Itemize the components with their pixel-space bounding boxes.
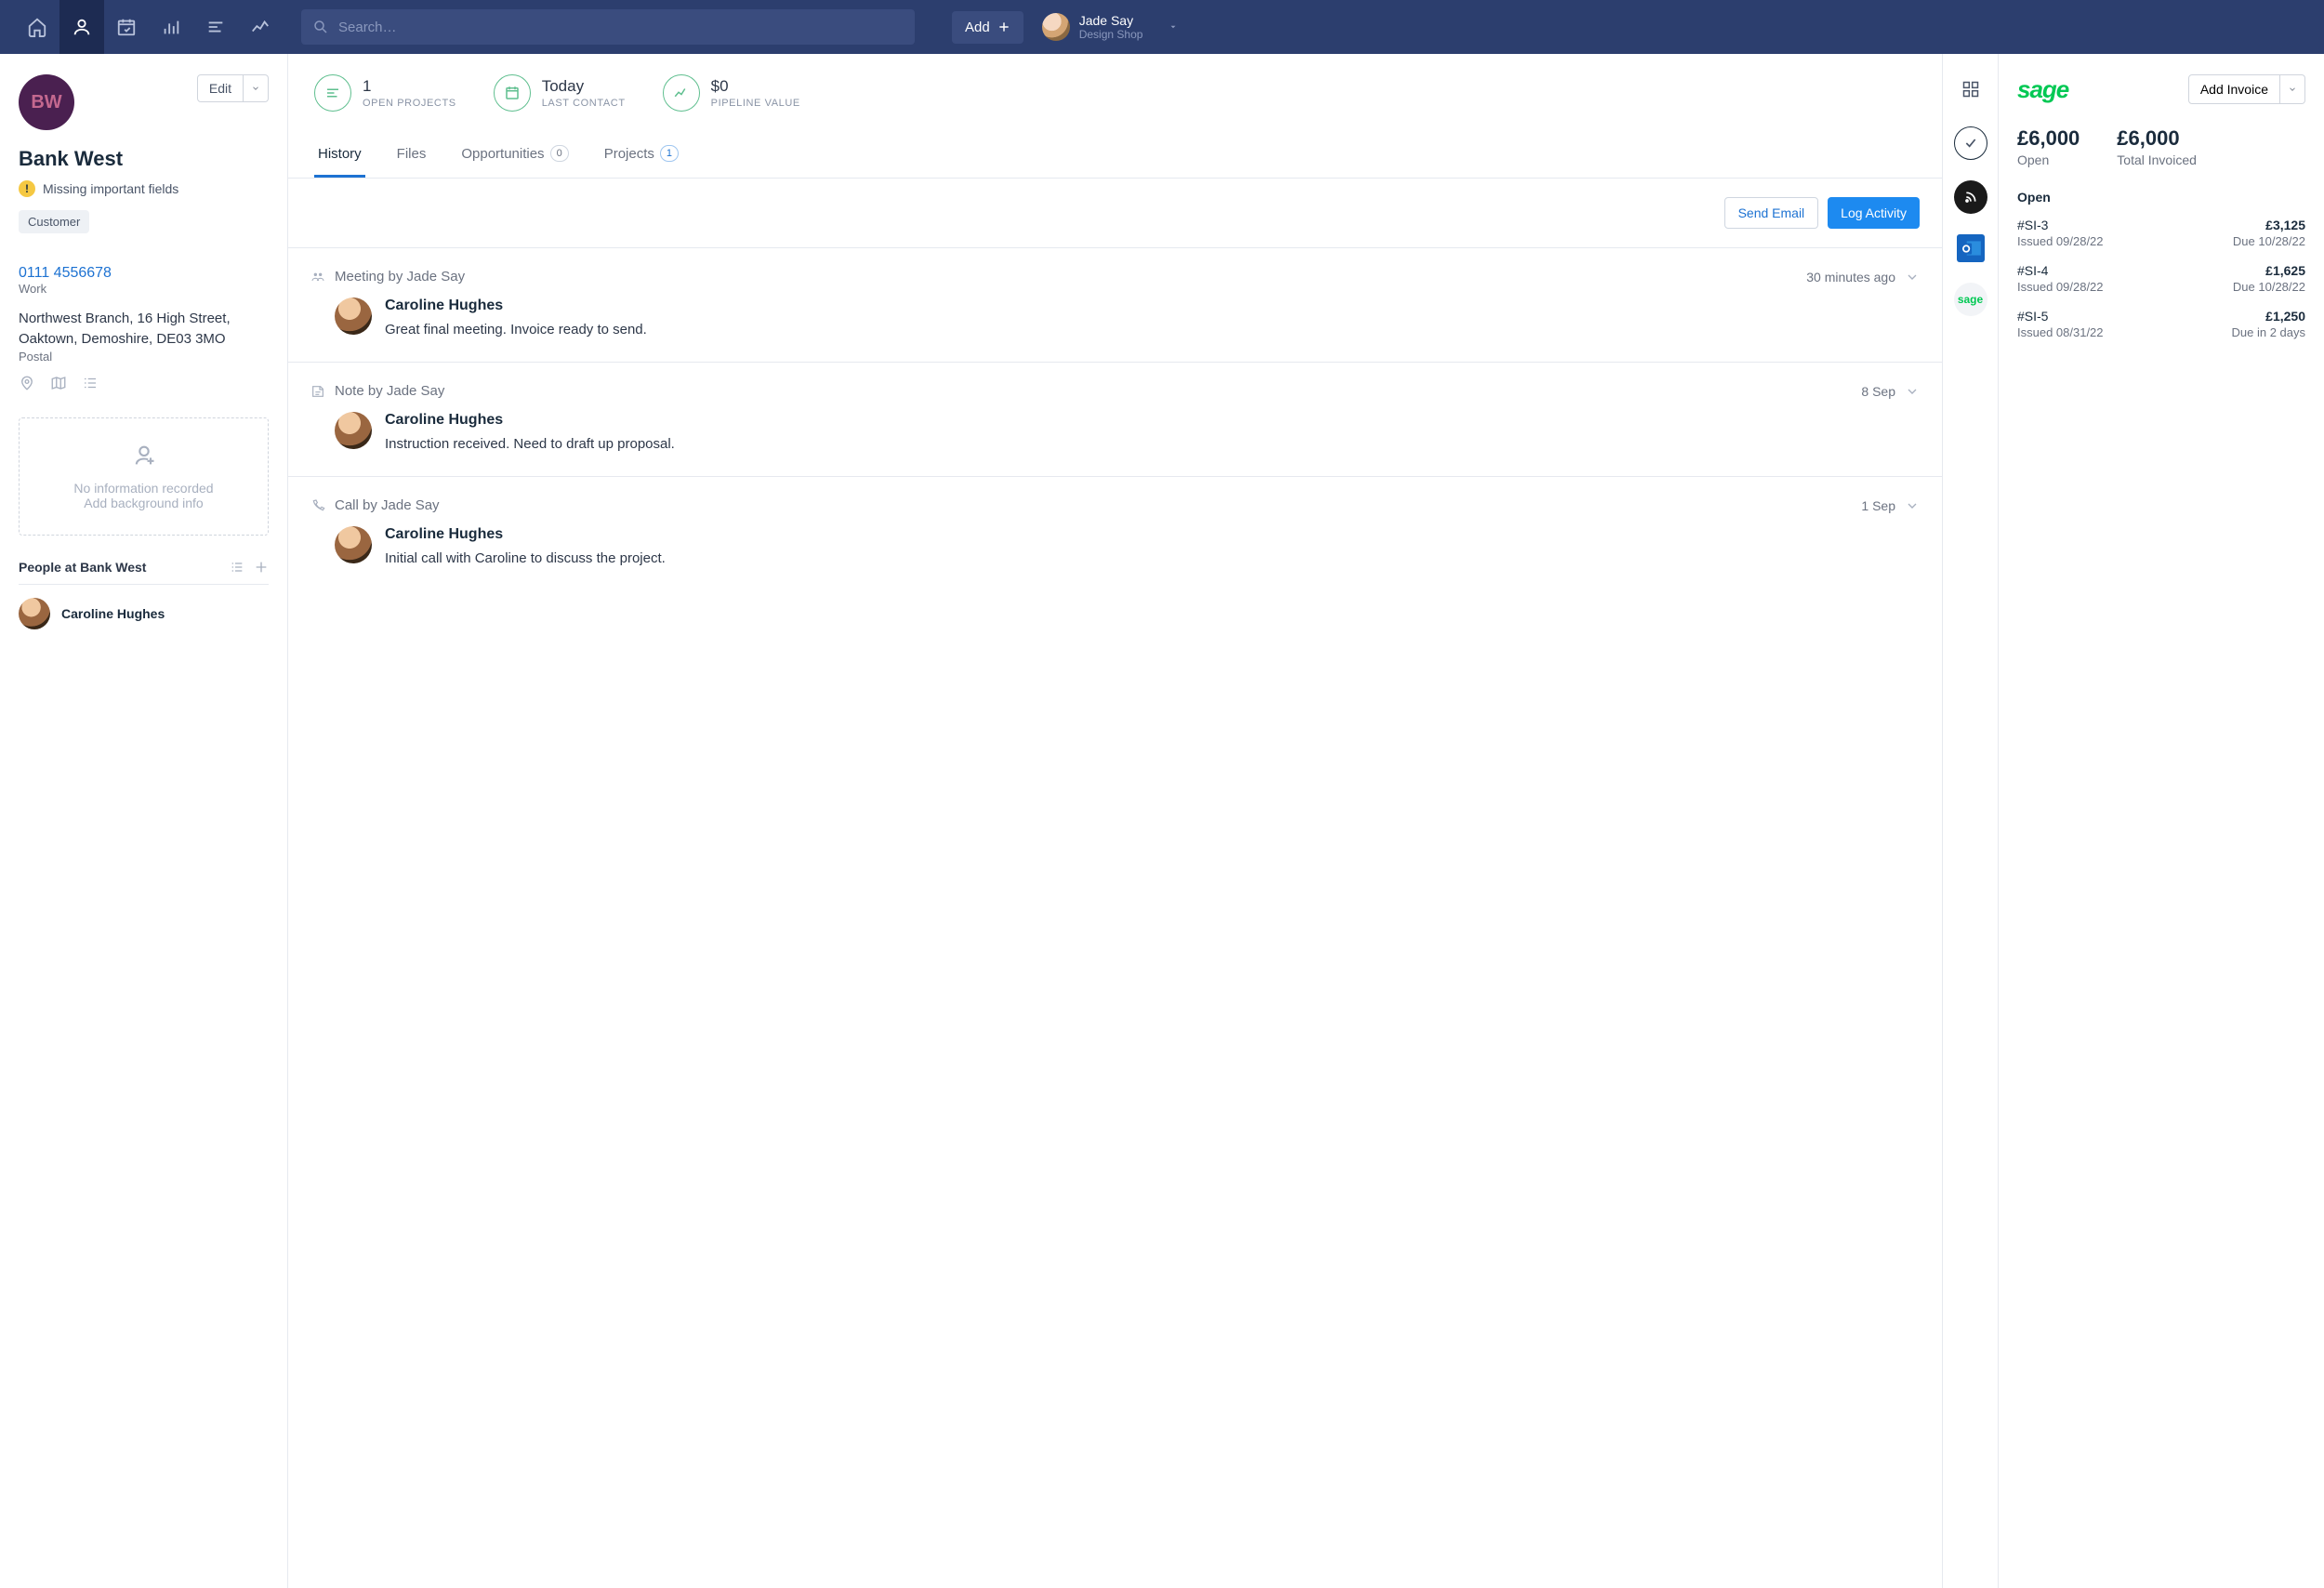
outlook-icon[interactable] [1957,234,1985,262]
org-name: Bank West [19,147,269,171]
actions-row: Send Email Log Activity [288,179,1942,248]
bars-icon[interactable] [149,0,193,54]
invoice-row[interactable]: #SI-5 Issued 08/31/22 £1,250 Due in 2 da… [2017,309,2305,339]
chevron-down-icon [251,84,260,93]
add-button[interactable]: Add [952,11,1023,44]
chevron-down-icon[interactable] [1905,498,1920,513]
section-open: Open [2017,190,2305,205]
warning-icon: ! [19,180,35,197]
check-circle-icon[interactable] [1954,126,1987,160]
topbar: Add Jade Say Design Shop [0,0,2324,54]
calendar-icon [494,74,531,112]
user-menu[interactable]: Jade Say Design Shop [1042,13,1179,41]
activity-item: Meeting by Jade Say 30 minutes ago Carol… [288,248,1942,363]
add-invoice-button[interactable]: Add Invoice [2188,74,2280,104]
add-label: Add [965,20,990,35]
pipeline-icon [663,74,700,112]
plus-icon[interactable] [254,560,269,575]
sage-logo: sage [2017,75,2068,104]
address-icons [19,375,269,391]
person-icon[interactable] [59,0,104,54]
pin-icon[interactable] [19,375,35,391]
phone-label: Work [19,282,269,296]
chevron-down-icon [2288,85,2297,94]
log-activity-button[interactable]: Log Activity [1828,197,1920,229]
kpi-row: 1 Open Projects Today Last Contact $0 Pi… [288,54,1942,132]
avatar [19,598,50,629]
avatar [335,298,372,335]
search-input[interactable] [301,9,915,45]
apps-grid-icon[interactable] [1954,73,1987,106]
customer-tag[interactable]: Customer [19,210,89,233]
avatar [335,526,372,563]
org-avatar: BW [19,74,74,130]
map-icon[interactable] [50,375,67,391]
meeting-icon [310,270,325,285]
caret-down-icon [1169,22,1178,32]
chevron-down-icon[interactable] [1905,270,1920,285]
sage-panel: sage Add Invoice £6,000 Open £6,000 Tota… [1999,54,2324,1588]
alert-row[interactable]: ! Missing important fields [19,180,269,197]
calendar-icon[interactable] [104,0,149,54]
kpi-projects[interactable]: 1 Open Projects [314,74,456,112]
user-shop: Design Shop [1079,28,1143,41]
edit-group: Edit [197,74,269,102]
send-email-button[interactable]: Send Email [1724,197,1819,229]
avatar [335,412,372,449]
people-heading: People at Bank West [19,560,269,575]
phone-number[interactable]: 0111 4556678 [19,265,269,282]
tabs: History Files Opportunities 0 Projects 1 [288,132,1942,179]
tab-history[interactable]: History [314,132,365,178]
total-invoiced: £6,000 Total Invoiced [2117,126,2197,167]
center-panel: 1 Open Projects Today Last Contact $0 Pi… [288,54,1943,1588]
kpi-pipeline[interactable]: $0 Pipeline Value [663,74,800,112]
address: Northwest Branch, 16 High Street, Oaktow… [19,309,269,350]
background-info-empty[interactable]: No information recorded Add background i… [19,417,269,536]
apps-rail: sage [1943,54,1999,1588]
person-row[interactable]: Caroline Hughes [19,598,269,629]
list-icon[interactable] [230,560,244,575]
tab-files[interactable]: Files [393,132,430,178]
invoice-row[interactable]: #SI-3 Issued 09/28/22 £3,125 Due 10/28/2… [2017,218,2305,248]
chevron-down-icon[interactable] [1905,384,1920,399]
left-panel: BW Edit Bank West ! Missing important fi… [0,54,288,1588]
edit-dropdown[interactable] [244,74,269,102]
edit-button[interactable]: Edit [197,74,244,102]
total-open: £6,000 Open [2017,126,2080,167]
nav-icons [15,0,283,54]
note-icon [310,384,325,399]
list-alt-icon[interactable] [82,375,99,391]
chart-icon[interactable] [238,0,283,54]
plus-icon [997,20,1010,33]
invoice-row[interactable]: #SI-4 Issued 09/28/22 £1,625 Due 10/28/2… [2017,263,2305,294]
kpi-contact[interactable]: Today Last Contact [494,74,626,112]
layout: BW Edit Bank West ! Missing important fi… [0,54,2324,1588]
address-label: Postal [19,350,269,364]
user-avatar [1042,13,1070,41]
search-icon [312,19,329,35]
list-icon[interactable] [193,0,238,54]
phone-icon [310,498,325,513]
user-name: Jade Say [1079,13,1143,28]
person-add-icon [131,443,157,469]
projects-icon [314,74,351,112]
add-invoice-dropdown[interactable] [2280,74,2305,104]
search-wrap [301,9,915,45]
home-icon[interactable] [15,0,59,54]
activity-item: Note by Jade Say 8 Sep Caroline Hughes I… [288,363,1942,477]
activity-item: Call by Jade Say 1 Sep Caroline Hughes I… [288,477,1942,590]
rss-icon[interactable] [1954,180,1987,214]
sage-app-icon[interactable]: sage [1954,283,1987,316]
tab-projects[interactable]: Projects 1 [601,132,682,178]
tab-opportunities[interactable]: Opportunities 0 [457,132,572,178]
